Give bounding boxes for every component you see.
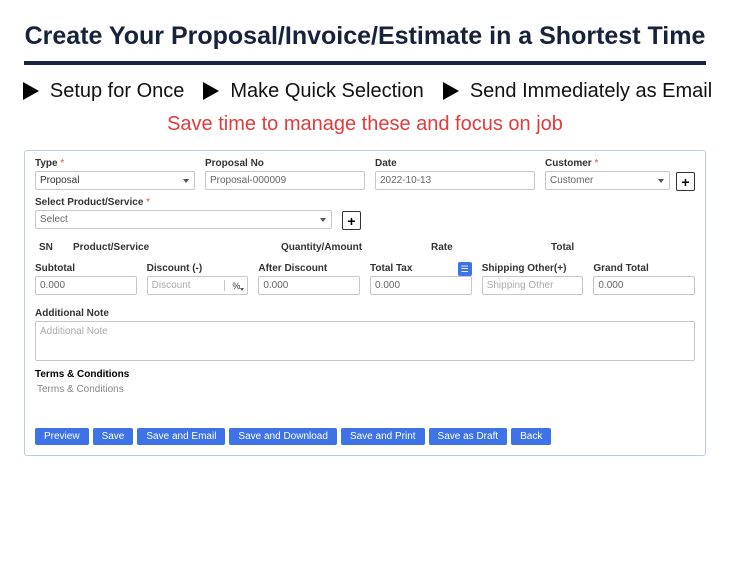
- discount-value[interactable]: Discount: [148, 280, 226, 291]
- customer-label: Customer: [545, 158, 670, 169]
- save-print-button[interactable]: Save and Print: [341, 428, 425, 445]
- save-button[interactable]: Save: [93, 428, 134, 445]
- col-total: Total: [551, 242, 691, 253]
- grand-total-input[interactable]: 0.000: [593, 276, 695, 295]
- discount-unit-select[interactable]: %: [225, 281, 247, 291]
- date-label: Date: [375, 158, 535, 169]
- feature-row: Setup for Once Make Quick Selection Send…: [12, 79, 718, 103]
- subtotal-input[interactable]: 0.000: [35, 276, 137, 295]
- save-draft-button[interactable]: Save as Draft: [429, 428, 508, 445]
- save-email-button[interactable]: Save and Email: [137, 428, 225, 445]
- tax-menu-icon[interactable]: ☰: [458, 262, 472, 276]
- page-title: Create Your Proposal/Invoice/Estimate in…: [0, 22, 730, 51]
- customer-select[interactable]: Customer: [545, 171, 670, 190]
- tagline: Save time to manage these and focus on j…: [0, 113, 730, 136]
- preview-button[interactable]: Preview: [35, 428, 89, 445]
- feature-label: Send Immediately as Email: [470, 80, 712, 103]
- product-select[interactable]: Select: [35, 210, 332, 229]
- divider: [24, 61, 706, 65]
- terms-label: Terms & Conditions: [35, 369, 695, 380]
- terms-textarea[interactable]: Terms & Conditions: [35, 380, 695, 420]
- additional-note-textarea[interactable]: Additional Note: [35, 321, 695, 361]
- action-buttons: Preview Save Save and Email Save and Dow…: [35, 428, 695, 445]
- col-qty: Quantity/Amount: [281, 242, 421, 253]
- shipping-label: Shipping Other(+): [482, 263, 584, 274]
- play-icon: [198, 79, 222, 103]
- play-icon: [18, 79, 42, 103]
- type-label: Type: [35, 158, 195, 169]
- total-tax-input[interactable]: 0.000: [370, 276, 472, 295]
- feature-label: Make Quick Selection: [230, 80, 423, 103]
- product-label: Select Product/Service: [35, 197, 332, 208]
- col-rate: Rate: [431, 242, 541, 253]
- after-discount-label: After Discount: [258, 263, 360, 274]
- items-table-header: SN Product/Service Quantity/Amount Rate …: [35, 236, 695, 259]
- feature-quick: Make Quick Selection: [198, 79, 423, 103]
- col-product: Product/Service: [73, 242, 271, 253]
- additional-note-label: Additional Note: [35, 308, 109, 319]
- shipping-input[interactable]: Shipping Other: [482, 276, 584, 295]
- save-download-button[interactable]: Save and Download: [229, 428, 337, 445]
- add-product-button[interactable]: +: [342, 211, 361, 230]
- feature-label: Setup for Once: [50, 80, 185, 103]
- feature-setup: Setup for Once: [18, 79, 185, 103]
- proposal-no-label: Proposal No: [205, 158, 365, 169]
- feature-email: Send Immediately as Email: [438, 79, 712, 103]
- discount-input[interactable]: Discount %: [147, 276, 249, 295]
- total-tax-label: Total Tax: [370, 263, 412, 274]
- back-button[interactable]: Back: [511, 428, 551, 445]
- add-customer-button[interactable]: +: [676, 172, 695, 191]
- form-card: Type Proposal Proposal No Proposal-00000…: [24, 150, 706, 456]
- date-input[interactable]: 2022-10-13: [375, 171, 535, 190]
- subtotal-label: Subtotal: [35, 263, 137, 274]
- grand-total-label: Grand Total: [593, 263, 695, 274]
- discount-label: Discount (-): [147, 263, 249, 274]
- proposal-no-input[interactable]: Proposal-000009: [205, 171, 365, 190]
- type-select[interactable]: Proposal: [35, 171, 195, 190]
- col-sn: SN: [39, 242, 63, 253]
- after-discount-input[interactable]: 0.000: [258, 276, 360, 295]
- play-icon: [438, 79, 462, 103]
